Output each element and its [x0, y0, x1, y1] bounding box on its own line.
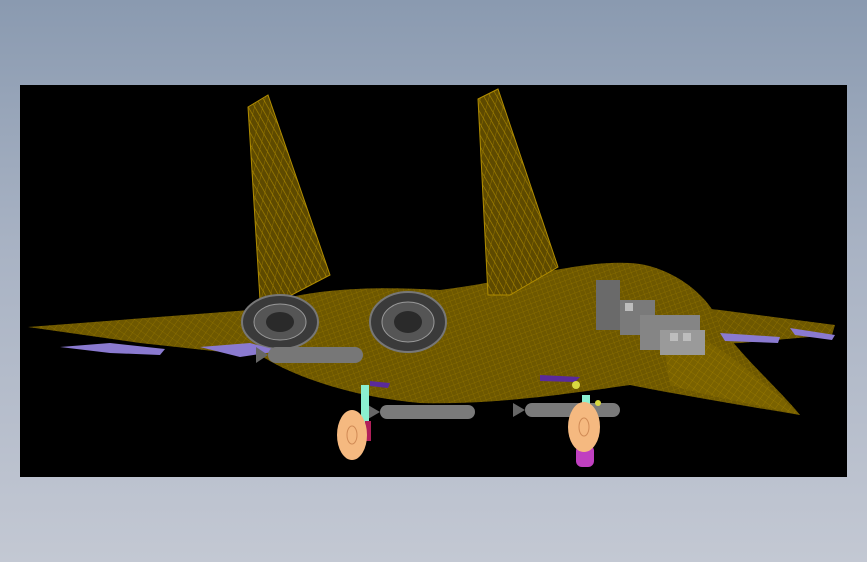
right-engine-nozzle — [369, 291, 447, 353]
missile-left — [256, 347, 363, 363]
right-tire — [568, 402, 600, 452]
missile-center-left — [368, 405, 475, 419]
left-engine-nozzle — [241, 294, 319, 350]
fighter-jet-wireframe-drawing — [20, 85, 847, 477]
missile-center-right — [513, 403, 620, 417]
accent-light-2 — [595, 400, 601, 406]
cad-background: { "viewport": { "background_color": "#00… — [0, 0, 867, 562]
left-tire — [337, 410, 367, 460]
model-viewport[interactable] — [20, 85, 847, 477]
accent-light — [572, 381, 580, 389]
